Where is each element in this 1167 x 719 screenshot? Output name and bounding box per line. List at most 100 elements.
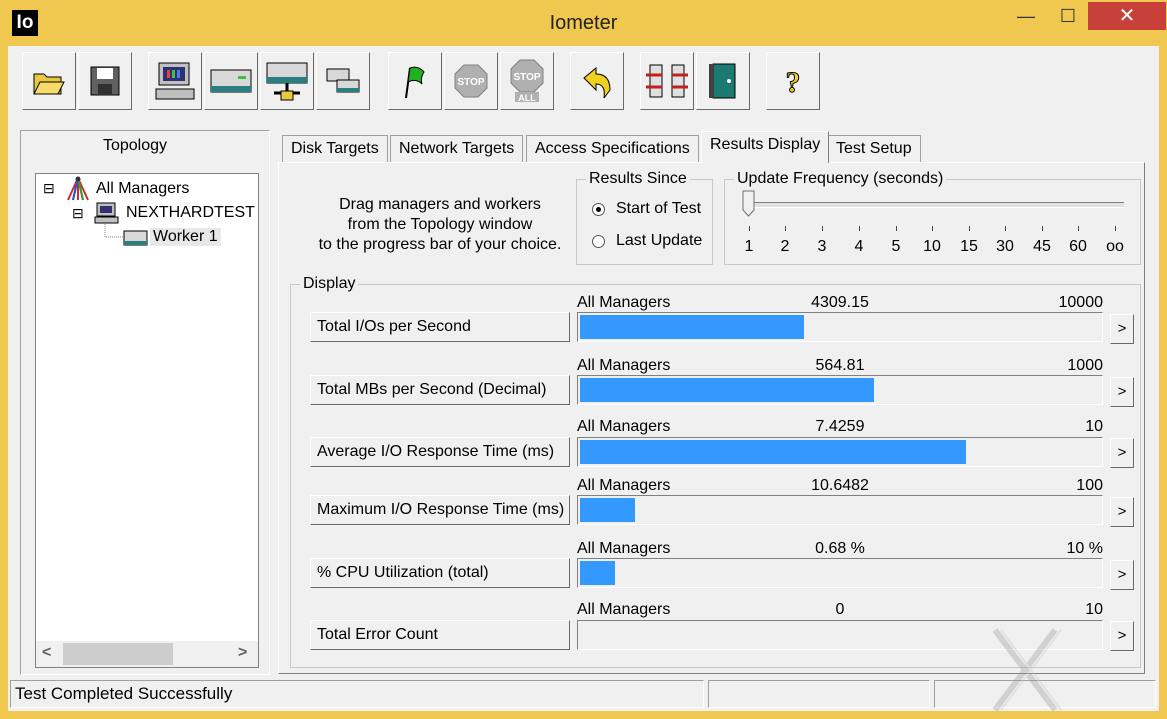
stop-all-button[interactable]: STOP ALL <box>500 52 554 110</box>
display-title: Display <box>300 275 359 293</box>
tab-results-display[interactable]: Results Display <box>701 131 830 163</box>
maximize-button[interactable]: ☐ <box>1045 2 1091 30</box>
worker-disk-icon <box>123 230 148 246</box>
metric-progress-bar[interactable] <box>577 312 1103 342</box>
metric-progress-bar[interactable] <box>577 375 1103 405</box>
exit-icon <box>709 63 736 99</box>
scroll-left-icon[interactable]: < <box>42 644 51 662</box>
drag-hint-line: Drag managers and workers <box>339 196 541 213</box>
stop-all-icon: STOP ALL <box>510 59 544 103</box>
frequency-slider-thumb[interactable] <box>742 190 756 218</box>
metric-button-max-response[interactable]: Maximum I/O Response Time (ms) <box>310 495 570 525</box>
slider-tick <box>785 226 786 231</box>
duplicate-worker-button[interactable] <box>316 52 370 110</box>
tick-label: 4 <box>854 238 864 255</box>
results-since-title: Results Since <box>586 170 690 188</box>
duplicate-worker-icon <box>326 68 360 93</box>
metric-manager-label: All Managers <box>577 477 671 494</box>
slider-tick <box>969 226 970 231</box>
metric-button-total-mbs[interactable]: Total MBs per Second (Decimal) <box>310 375 570 405</box>
minimize-button[interactable]: — <box>1003 2 1049 30</box>
metric-progress-bar[interactable] <box>577 495 1103 525</box>
slider-tick <box>1042 226 1043 231</box>
tab-test-setup[interactable]: Test Setup <box>827 135 921 162</box>
start-test-button[interactable] <box>388 52 442 110</box>
tree-item-worker[interactable]: Worker 1 <box>150 228 221 246</box>
radio-start-of-test[interactable] <box>592 203 605 216</box>
new-disk-worker-button[interactable] <box>204 52 258 110</box>
about-button[interactable]: ? <box>766 52 820 110</box>
watermark-logo <box>992 628 1062 712</box>
frequency-slider-track[interactable] <box>752 202 1124 208</box>
radio-last-update[interactable] <box>592 235 605 248</box>
tick-label: 15 <box>960 238 978 255</box>
metric-expand-button[interactable]: > <box>1110 438 1134 468</box>
disconnect-button[interactable] <box>640 52 694 110</box>
open-config-icon <box>33 73 65 95</box>
new-manager-button[interactable] <box>148 52 202 110</box>
tree-item-all-managers[interactable]: All Managers <box>96 180 189 198</box>
tick-label: oo <box>1106 238 1124 255</box>
tab-access-specifications[interactable]: Access Specifications <box>526 135 699 162</box>
new-disk-worker-icon <box>210 69 252 93</box>
disconnect-icon <box>646 64 688 98</box>
tick-label: 2 <box>780 238 790 255</box>
metric-max: 1000 <box>1067 357 1103 374</box>
scrollbar-thumb[interactable] <box>63 643 173 665</box>
tick-label: 10 <box>923 238 941 255</box>
metric-button-cpu-utilization[interactable]: % CPU Utilization (total) <box>310 558 570 588</box>
metric-progress-bar[interactable] <box>577 558 1103 588</box>
save-config-button[interactable] <box>78 52 132 110</box>
tree-expander[interactable]: ⊟ <box>72 205 84 222</box>
tab-disk-targets[interactable]: Disk Targets <box>282 135 388 162</box>
drag-hint-line: to the progress bar of your choice. <box>318 236 562 253</box>
slider-tick <box>932 226 933 231</box>
metric-expand-button[interactable]: > <box>1110 497 1134 527</box>
metric-value: 4309.15 <box>811 294 869 311</box>
slider-tick <box>896 226 897 231</box>
svg-text:STOP: STOP <box>513 72 540 83</box>
reset-workers-icon <box>583 66 611 99</box>
slider-tick <box>859 226 860 231</box>
all-managers-icon <box>67 176 89 201</box>
metric-expand-button[interactable]: > <box>1110 314 1134 344</box>
metric-expand-button[interactable]: > <box>1110 560 1134 590</box>
close-button[interactable]: ✕ <box>1088 2 1166 30</box>
scroll-right-icon[interactable]: > <box>238 644 247 662</box>
metric-manager-label: All Managers <box>577 601 671 618</box>
tree-item-manager[interactable]: NEXTHARDTEST <box>126 204 255 222</box>
drag-hint-line: from the Topology window <box>347 216 533 233</box>
metric-expand-button[interactable]: > <box>1110 377 1134 407</box>
save-config-icon <box>90 66 120 96</box>
manager-computer-icon <box>94 202 119 224</box>
new-network-worker-icon <box>266 62 308 101</box>
open-config-button[interactable] <box>22 52 76 110</box>
slider-tick <box>1115 226 1116 231</box>
metric-value: 10.6482 <box>811 477 869 494</box>
tick-label: 30 <box>996 238 1014 255</box>
metric-max: 100 <box>1076 477 1103 494</box>
slider-tick <box>822 226 823 231</box>
stop-test-icon: STOP <box>454 64 488 98</box>
about-icon: ? <box>785 66 801 100</box>
metric-button-error-count[interactable]: Total Error Count <box>310 620 570 650</box>
metric-button-total-ios[interactable]: Total I/Os per Second <box>310 312 570 342</box>
tick-label: 45 <box>1033 238 1051 255</box>
reset-workers-button[interactable] <box>570 52 624 110</box>
slider-tick <box>749 226 750 231</box>
metric-value: 564.81 <box>815 357 865 374</box>
stop-test-button[interactable]: STOP <box>444 52 498 110</box>
new-network-worker-button[interactable] <box>260 52 314 110</box>
radio-last-update-label[interactable]: Last Update <box>616 232 702 250</box>
metric-progress-bar[interactable] <box>577 437 1103 467</box>
tab-network-targets[interactable]: Network Targets <box>390 135 524 162</box>
drag-hint: Drag managers and workers from the Topol… <box>300 195 580 255</box>
metric-value: 7.4259 <box>815 418 865 435</box>
tree-expander[interactable]: ⊟ <box>43 180 55 197</box>
metric-progress-fill <box>580 561 615 585</box>
metric-max: 10000 <box>1058 294 1104 311</box>
metric-button-avg-response[interactable]: Average I/O Response Time (ms) <box>310 437 570 467</box>
radio-start-of-test-label[interactable]: Start of Test <box>616 200 701 218</box>
update-frequency-title: Update Frequency (seconds) <box>734 170 947 188</box>
exit-button[interactable] <box>696 52 750 110</box>
